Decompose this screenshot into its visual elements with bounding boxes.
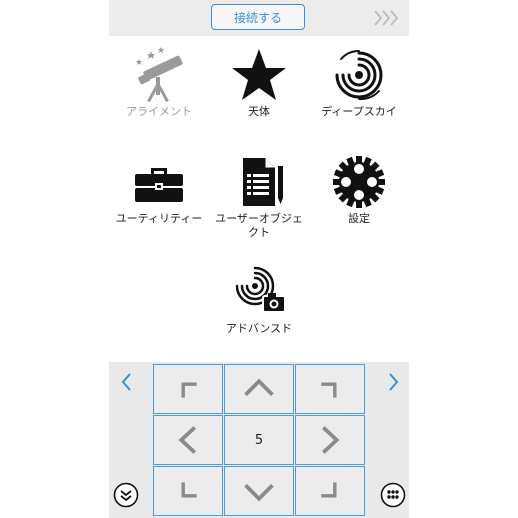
telescope-icon <box>136 47 183 102</box>
connect-button[interactable]: 接続する <box>211 4 305 30</box>
slew-left-button[interactable] <box>153 415 223 465</box>
slew-up-left-button[interactable] <box>153 364 223 414</box>
menu-item-utility[interactable]: ユーティリティー <box>109 152 209 226</box>
menu-label-utility: ユーティリティー <box>115 212 203 225</box>
menu-label-objects: 天体 <box>248 105 270 118</box>
slew-down-left-button[interactable] <box>153 466 223 516</box>
keypad-grid-icon[interactable] <box>380 482 406 508</box>
slew-down-button[interactable] <box>224 466 294 516</box>
corner-up-right-icon <box>321 382 337 398</box>
chevron-left-icon[interactable] <box>117 370 137 394</box>
double-chevron-down-icon[interactable] <box>113 482 139 508</box>
menu-item-settings[interactable]: 設定 <box>309 152 409 226</box>
arrow-down-icon <box>244 483 274 502</box>
corner-up-left-icon <box>181 382 197 398</box>
slew-down-right-button[interactable] <box>295 466 365 516</box>
menu-label-settings: 設定 <box>348 212 370 225</box>
toolbox-icon <box>135 168 183 202</box>
chevron-right-icon[interactable] <box>383 370 403 394</box>
menu-label-advanced: アドバンスド <box>225 322 293 335</box>
menu-item-deep-sky[interactable]: ディープスカイ <box>309 45 409 119</box>
corner-down-left-icon <box>181 482 197 498</box>
menu-item-alignment[interactable]: アライメント <box>109 45 209 119</box>
menu-label-user-objects: ユーザーオブジェクト <box>215 212 303 239</box>
menu-label-alignment: アライメント <box>126 105 192 118</box>
slew-up-button[interactable] <box>224 364 294 414</box>
slew-speed-value[interactable]: 5 <box>224 415 294 465</box>
menu-item-objects[interactable]: 天体 <box>209 45 309 119</box>
slew-right-button[interactable] <box>295 415 365 465</box>
galaxy-icon <box>335 49 383 101</box>
menu-label-deep-sky: ディープスカイ <box>321 105 397 118</box>
document-pen-icon <box>243 158 283 206</box>
gear-icon <box>333 156 385 208</box>
arrow-right-icon <box>321 426 340 454</box>
arrow-left-icon <box>178 426 197 454</box>
corner-down-right-icon <box>321 482 337 498</box>
triple-chevron-right-icon[interactable] <box>373 9 399 27</box>
menu-item-advanced[interactable]: アドバンスド <box>209 262 309 336</box>
header-bar: 接続する <box>109 0 409 36</box>
app-window: 接続する アライメント 天体 ディープスカイ ユーティリティー ユーザーオブジェ… <box>109 0 409 518</box>
menu-item-user-objects[interactable]: ユーザーオブジェクト <box>209 152 309 240</box>
galaxy-camera-icon <box>235 266 286 313</box>
slew-up-right-button[interactable] <box>295 364 365 414</box>
star-icon <box>232 49 286 100</box>
arrow-up-icon <box>244 378 274 397</box>
